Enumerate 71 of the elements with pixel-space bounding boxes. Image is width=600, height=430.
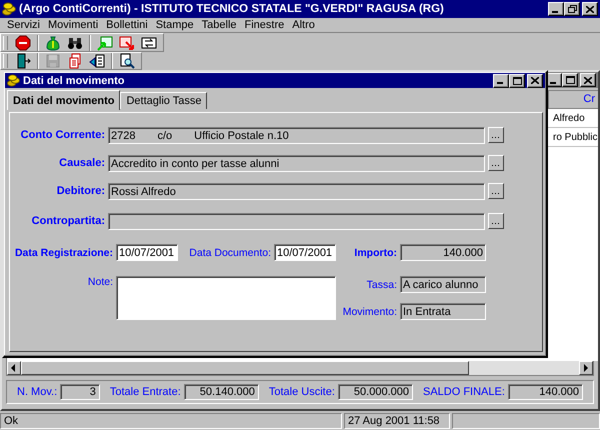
input-field[interactable]: 2728 c/o Ufficio Postale n.10 <box>108 126 485 144</box>
restore-icon <box>568 5 576 13</box>
tab[interactable]: Dettaglio Tasse <box>120 92 208 109</box>
maximize-button[interactable] <box>562 73 578 87</box>
input-field[interactable]: A carico alunno <box>400 276 486 293</box>
close-icon <box>531 77 539 84</box>
total-field: 50.140.000 <box>184 384 259 400</box>
field-label: Data Documento: <box>188 246 272 258</box>
field-label: Tassa: <box>366 278 398 290</box>
right-arrow-icon <box>583 364 589 372</box>
arrow-out-box-icon <box>119 34 135 50</box>
minimize-button[interactable] <box>493 74 509 88</box>
arrow-in-box-icon <box>97 34 113 50</box>
text-area[interactable] <box>116 276 336 320</box>
input-field[interactable]: Accredito in conto per tasse alunni <box>108 154 485 172</box>
close-button[interactable] <box>582 2 598 16</box>
total-field: 50.000.000 <box>338 384 413 400</box>
dialog-title: Dati del movimento <box>23 74 124 86</box>
maximize-button[interactable] <box>509 74 525 88</box>
restore-button[interactable] <box>564 2 580 16</box>
maximize-icon <box>512 76 522 84</box>
coins-icon <box>2 2 16 16</box>
close-button[interactable] <box>580 73 596 87</box>
status-message: Ok <box>0 413 342 429</box>
input-field[interactable]: In Entrata <box>400 303 486 320</box>
table-cell-text: Alfredo <box>553 112 586 124</box>
field-label: Importo: <box>353 246 398 258</box>
coins-icon <box>7 74 20 87</box>
total-field: 140.000 <box>508 384 583 400</box>
field-label: Note: <box>86 276 114 288</box>
total-label: N. Mov.: <box>17 386 58 398</box>
field-label: Debitore: <box>56 185 106 197</box>
status-datetime: 27 Aug 2001 11:58 <box>344 413 450 429</box>
field-label: Movimento: <box>342 306 398 318</box>
minimize-button[interactable] <box>548 2 564 16</box>
input-field[interactable]: 140.000 <box>400 244 486 261</box>
total-label: Totale Uscite: <box>268 386 335 398</box>
menu-item[interactable]: Tabelle <box>198 19 240 31</box>
field-label: Conto Corrente: <box>20 129 106 141</box>
money-bag-icon <box>45 34 61 50</box>
total-label: Totale Entrate: <box>110 386 181 398</box>
input-field[interactable] <box>108 212 485 230</box>
field-label: Contropartita: <box>30 215 106 227</box>
tab[interactable]: Dati del movimento <box>7 90 120 110</box>
browse-button[interactable] <box>488 183 504 199</box>
field-label: Causale: <box>58 157 106 169</box>
menu-item[interactable]: Finestre <box>240 19 288 31</box>
table-cell: ro Pubblic <box>553 132 598 142</box>
maximize-icon <box>566 76 574 84</box>
menu-item[interactable]: Altro <box>288 19 319 31</box>
close-icon <box>586 6 594 12</box>
browse-button[interactable] <box>488 213 504 229</box>
door-icon <box>15 53 31 69</box>
close-button[interactable] <box>527 74 543 88</box>
total-label: SALDO FINALE: <box>422 386 505 398</box>
input-field[interactable]: 10/07/2001 <box>116 244 178 261</box>
menu-item[interactable]: Bollettini <box>102 19 152 31</box>
browse-button[interactable] <box>488 155 504 171</box>
window-title: (Argo ContiCorrenti) - ISTITUTO TECNICO STATALE "G.VERDI" RAGUSA (RG) <box>19 3 445 15</box>
horizontal-scrollbar[interactable] <box>6 361 594 376</box>
menu-item[interactable]: Stampe <box>152 19 198 31</box>
swap-icon <box>141 34 157 50</box>
input-field[interactable]: 10/07/2001 <box>274 244 336 261</box>
input-field[interactable]: Rossi Alfredo <box>108 182 485 200</box>
field-label: Data Registrazione: <box>14 246 114 258</box>
browse-button[interactable] <box>488 127 504 143</box>
left-arrow-icon <box>11 364 17 372</box>
total-field: 3 <box>60 384 100 400</box>
menu-item[interactable]: Movimenti <box>44 19 102 31</box>
menu-item[interactable]: Servizi <box>3 19 44 31</box>
close-icon <box>584 76 592 84</box>
